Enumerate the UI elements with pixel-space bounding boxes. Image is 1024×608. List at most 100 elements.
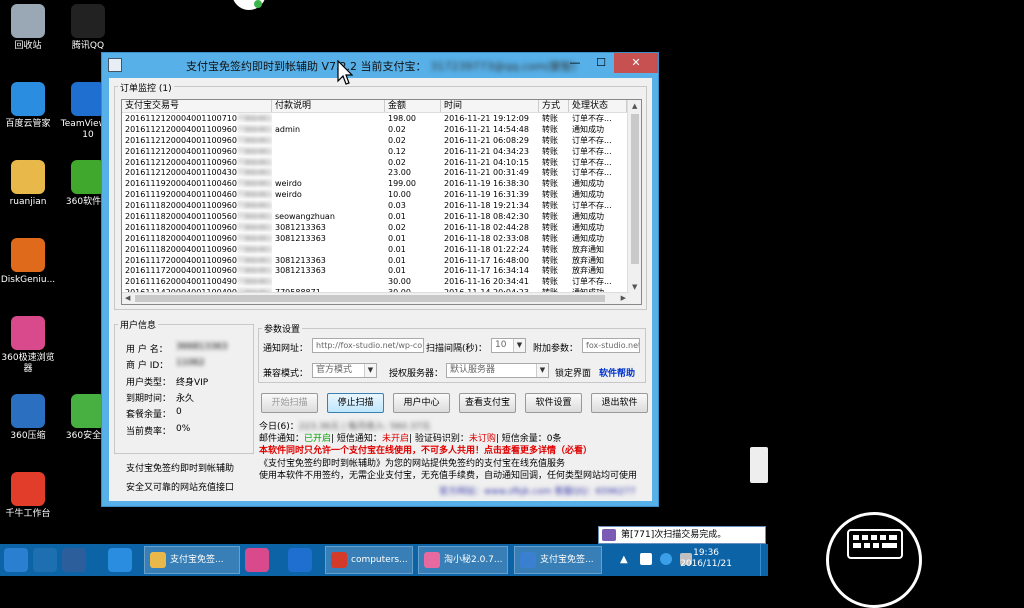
desktop-icon[interactable]: 360极速浏览器 — [0, 316, 56, 375]
table-row[interactable]: 20161117200040011009607366461 3081213363 0… — [122, 255, 641, 266]
column-header[interactable]: 付款说明 — [272, 100, 385, 112]
main-window: 支付宝免签约即时到帐辅助 V7.2.2 当前支付宝： 317239773@qq.c… — [101, 52, 659, 507]
teamviewer-icon — [71, 82, 105, 116]
desktop-icon[interactable]: 百度云管家 — [0, 82, 56, 130]
table-cell: 20161118200040011009607366461 — [125, 201, 272, 211]
table-cell: 2016-11-19 16:38:30 — [444, 179, 529, 189]
notify-url-input[interactable]: http://fox-studio.net/wp-content — [312, 338, 424, 353]
table-cell: 0.01 — [388, 233, 406, 243]
title-bar[interactable]: 支付宝免签约即时到帐辅助 V7.2.2 当前支付宝： 317239773@qq.c… — [102, 53, 658, 77]
column-header[interactable]: 金额 — [385, 100, 441, 112]
horizontal-scrollbar[interactable]: ◀ ▶ — [122, 292, 629, 304]
stop-scan-button[interactable]: 停止扫描 — [327, 393, 384, 413]
taskbar-folder[interactable]: 支付宝免签... — [144, 546, 240, 574]
server-manager-icon[interactable] — [33, 548, 57, 572]
warning-link[interactable]: 本软件同时只允许一个支付宝在线使用，不可多人共用！点击查看更多详情（必看） — [259, 443, 592, 456]
network-tray-icon[interactable] — [640, 553, 652, 565]
desktop-icon-label: 回收站 — [14, 41, 42, 51]
taskbar-clock[interactable]: 19:36 2016/11/21 — [680, 548, 732, 570]
help-link[interactable]: 软件帮助 — [599, 366, 635, 379]
taskbar-taoxiaomi[interactable]: 淘小秘2.0.7... — [418, 546, 508, 574]
desktop-icon[interactable]: 360压缩 — [0, 394, 56, 442]
footer-info[interactable]: 官方网站：www.zfbjk.com 客服QQ：6596277 — [439, 484, 636, 497]
table-row[interactable]: 20161121200040011007107366461 198.00 2016-… — [122, 113, 641, 124]
table-row[interactable]: 20161116200040011004907366461 30.00 2016-1… — [122, 276, 641, 287]
hscroll-thumb[interactable] — [135, 295, 605, 302]
vertical-scrollbar[interactable]: ▲ ▼ — [627, 100, 641, 304]
table-row[interactable]: 20161118200040011009607366461 0.03 2016-11… — [122, 200, 641, 211]
desktop: 回收站 腾讯QQ 百度云管家 TeamViewer 10 ruanjian 360软件管 D… — [0, 0, 1024, 608]
table-cell: 转账 — [542, 157, 558, 167]
table-row[interactable]: 20161119200040011004607366461 weirdo 199.0… — [122, 178, 641, 189]
powershell-icon[interactable] — [62, 548, 86, 572]
desktop-icon[interactable]: 回收站 — [0, 4, 56, 52]
show-desktop-button[interactable] — [760, 544, 768, 576]
taskbar-app-label: computers... — [351, 555, 408, 565]
table-cell: 转账 — [542, 233, 558, 243]
auth-select[interactable]: 默认服务器 ▼ — [446, 363, 549, 378]
table-cell: 通知成功 — [572, 222, 604, 232]
column-header[interactable]: 处理状态 — [569, 100, 627, 112]
browser-taskbar-icon[interactable] — [245, 548, 269, 572]
table-row[interactable]: 20161121200040011004307366461 23.00 2016-1… — [122, 167, 641, 178]
table-row[interactable]: 20161118200040011005607366461 seowangzhua… — [122, 211, 641, 222]
lock-ui-link[interactable]: 锁定界面 — [555, 366, 591, 379]
start-button-icon[interactable] — [4, 548, 28, 572]
start-scan-button[interactable]: 开始扫描 — [261, 393, 318, 413]
extra-input[interactable]: fox-studio.net — [582, 338, 640, 353]
table-row[interactable]: 20161121200040011009607366461 admin 0.02 20… — [122, 124, 641, 135]
teamviewer-tray-icon[interactable] — [750, 447, 768, 483]
table-row[interactable]: 20161121200040011009607366461 0.02 2016-11… — [122, 157, 641, 168]
table-cell: 2016-11-21 04:10:15 — [444, 157, 529, 167]
table-row[interactable]: 20161118200040011009607366461 3081213363 0… — [122, 222, 641, 233]
tray-notification[interactable]: 第[771]次扫描交易完成。 — [598, 526, 766, 544]
table-cell: 0.02 — [388, 222, 406, 232]
desktop-icon[interactable]: ruanjian — [0, 160, 56, 208]
keyboard-toggle-button[interactable] — [826, 512, 922, 608]
exit-button[interactable]: 退出软件 — [591, 393, 648, 413]
baidu-cloud-taskbar-icon[interactable] — [108, 548, 132, 572]
desktop-icon[interactable]: DiskGeniu... — [0, 238, 56, 286]
table-row[interactable]: 20161117200040011009607366461 3081213363 0… — [122, 265, 641, 276]
chevron-down-icon: ▼ — [536, 364, 548, 377]
column-header[interactable]: 方式 — [539, 100, 569, 112]
user-center-button[interactable]: 用户中心 — [393, 393, 450, 413]
table-row[interactable]: 20161118200040011009607366461 0.01 2016-11… — [122, 244, 641, 255]
close-button[interactable]: ✕ — [614, 53, 658, 73]
orders-table[interactable]: 支付宝交易号 付款说明 金额 时间 方式 处理状态 2016112120004001100… — [121, 99, 642, 305]
scroll-up-icon[interactable]: ▲ — [632, 102, 637, 110]
desktop-icon[interactable]: 千牛工作台 — [0, 472, 56, 520]
scroll-thumb[interactable] — [631, 114, 639, 264]
compat-select[interactable]: 官方模式 ▼ — [312, 363, 377, 378]
settings-button[interactable]: 软件设置 — [525, 393, 582, 413]
table-cell: 2016-11-18 08:42:30 — [444, 212, 529, 222]
taskbar-computers[interactable]: computers... — [325, 546, 413, 574]
table-cell: 2016-11-17 16:48:00 — [444, 255, 529, 265]
scroll-down-icon[interactable]: ▼ — [632, 283, 637, 291]
table-row[interactable]: 20161121200040011009607366461 0.12 2016-11… — [122, 146, 641, 157]
table-row[interactable]: 20161121200040011009607366461 0.02 2016-11… — [122, 135, 641, 146]
taskbar-alipay-helper[interactable]: 支付宝免签... — [514, 546, 602, 574]
table-row[interactable]: 20161118200040011009607366461 3081213363 0… — [122, 233, 641, 244]
minimize-button[interactable]: — — [562, 53, 588, 73]
maximize-button[interactable]: ☐ — [588, 53, 614, 73]
table-row[interactable]: 20161119200040011004607366461 weirdo 10.00… — [122, 189, 641, 200]
column-header[interactable]: 支付宝交易号 — [122, 100, 272, 112]
teamviewer-taskbar-icon[interactable] — [288, 548, 312, 572]
desktop-icon[interactable]: 腾讯QQ — [60, 4, 116, 52]
table-cell: 通知成功 — [572, 179, 604, 189]
scroll-right-icon[interactable]: ▶ — [621, 294, 626, 302]
tray-up-arrow-icon[interactable]: ▲ — [620, 554, 628, 565]
table-cell: 转账 — [542, 190, 558, 200]
table-cell: 20161116200040011004907366461 — [125, 277, 272, 287]
interval-select[interactable]: 10 ▼ — [491, 338, 526, 353]
view-alipay-button[interactable]: 查看支付宝 — [459, 393, 516, 413]
column-header[interactable]: 时间 — [441, 100, 539, 112]
notification-text: 第[771]次扫描交易完成。 — [621, 530, 727, 540]
teamviewer-tray-small-icon[interactable] — [660, 553, 672, 565]
taskbar-app-label: 淘小秘2.0.7... — [444, 555, 503, 565]
table-cell: 3081213363 — [275, 222, 326, 232]
scroll-left-icon[interactable]: ◀ — [125, 294, 130, 302]
baidu-cloud-icon — [11, 82, 45, 116]
table-cell: 199.00 — [388, 179, 416, 189]
